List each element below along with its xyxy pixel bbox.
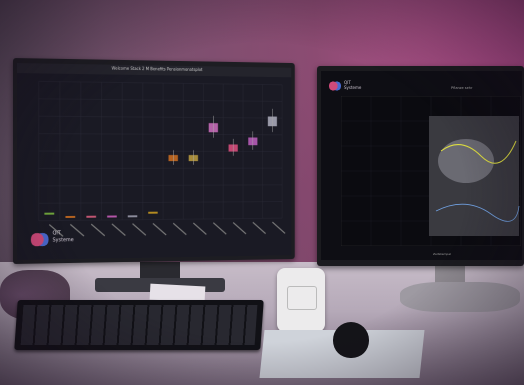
x-tick-label-4 (112, 224, 125, 236)
right-monitor-screen: QIT Systeme Pflanze sehr Zeitstempel (321, 71, 522, 260)
right-window-title: Pflanze sehr (451, 86, 473, 90)
left-monitor-screen: Welcome Stack 2 M Benefits Pensionmonats… (16, 63, 292, 260)
x-tick-label-7 (173, 223, 186, 235)
right-monitor: QIT Systeme Pflanze sehr Zeitstempel (317, 66, 524, 266)
grid-line (39, 116, 282, 118)
x-tick-label-9 (213, 223, 226, 235)
left-brand-line2: Systeme (52, 237, 74, 244)
x-tick-label-6 (153, 223, 166, 235)
x-tick-label-12 (272, 222, 285, 234)
grid-line (39, 185, 282, 186)
right-brand-line2: Systeme (344, 85, 362, 90)
x-tick-label-5 (133, 224, 146, 236)
x-tick-label-11 (253, 222, 266, 234)
box-3 (86, 215, 97, 218)
grid-line (39, 134, 282, 135)
right-brand-text: QIT Systeme (344, 80, 361, 90)
box-4 (107, 215, 117, 218)
box-6 (148, 211, 158, 214)
right-monitor-base (400, 282, 520, 312)
card-reader-device (277, 268, 325, 332)
qit-logo-icon (329, 80, 341, 92)
x-tick-label-10 (233, 222, 246, 234)
scan-plot (341, 96, 521, 246)
x-tick-label-8 (193, 223, 206, 235)
card-slot (287, 286, 317, 310)
chart-grid (39, 81, 282, 222)
grid-line (39, 201, 282, 203)
photo-scene: Welcome Stack 2 M Benefits Pensionmonats… (0, 0, 524, 385)
left-monitor: Welcome Stack 2 M Benefits Pensionmonats… (13, 58, 295, 264)
computer-mouse (333, 322, 369, 358)
box-2 (65, 215, 76, 218)
grid-line (39, 99, 282, 102)
left-window-title: Welcome Stack 2 M Benefits Pensionmonats… (111, 65, 203, 73)
keyboard-keys (20, 305, 258, 345)
grid-line (39, 218, 282, 221)
grid-line (39, 81, 282, 84)
keyboard (14, 300, 264, 350)
right-axis-label: Zeitstempel (433, 252, 452, 256)
box-1 (44, 212, 55, 215)
left-brand-text: QIT Systeme (53, 230, 74, 244)
box-5 (127, 215, 138, 218)
x-tick-label-3 (91, 224, 105, 236)
